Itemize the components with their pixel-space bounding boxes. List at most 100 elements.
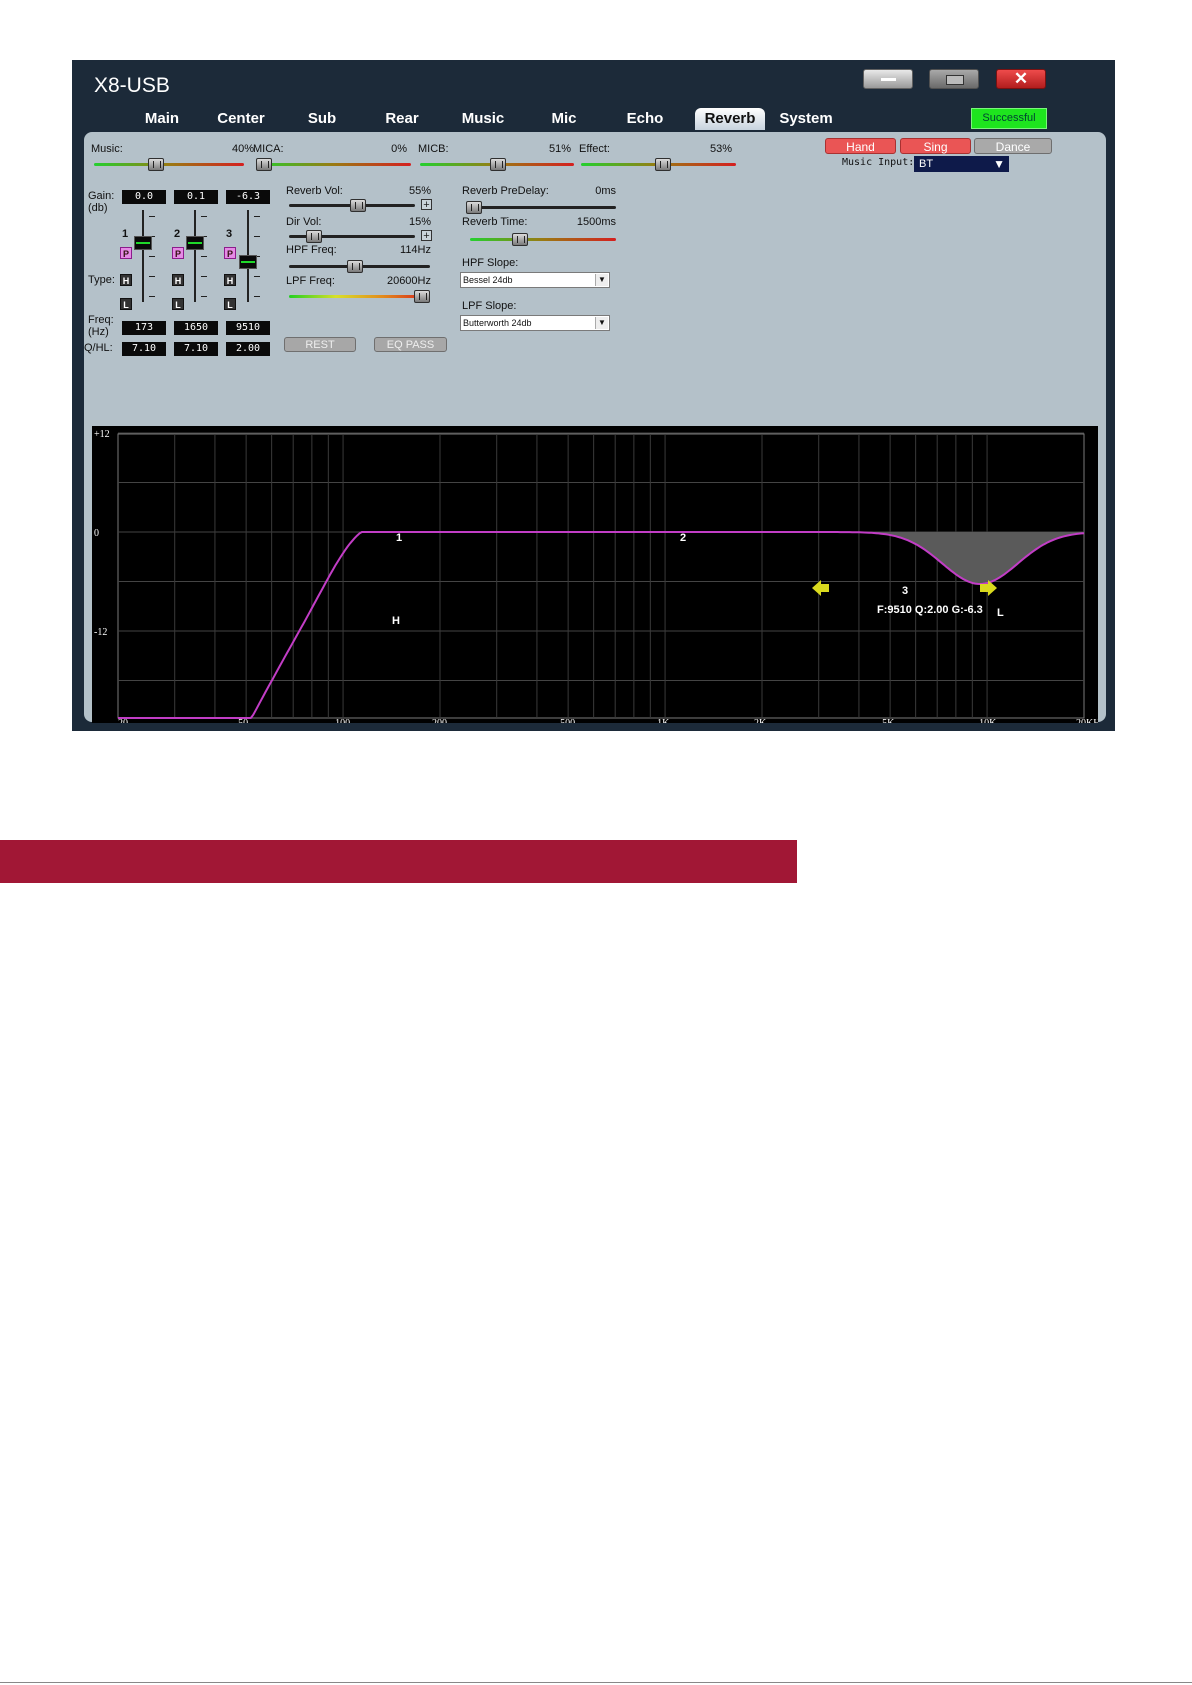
main-panel: Music: 40% MICA: 0% MICB: 51% Effect: 53…: [84, 132, 1106, 723]
band1-fader-thumb[interactable]: [134, 236, 152, 250]
x-tick-label: 1K: [657, 718, 670, 723]
tab-center[interactable]: Center: [206, 108, 276, 130]
close-button[interactable]: ✕: [996, 69, 1046, 89]
mica-slider[interactable]: [256, 158, 411, 171]
sing-button[interactable]: Sing: [900, 138, 971, 154]
lpf-slope-select[interactable]: Butterworth 24db ▼: [460, 315, 610, 331]
micb-value: 51%: [548, 143, 571, 155]
band2-fader-thumb[interactable]: [186, 236, 204, 250]
dir-vol-value: 15%: [408, 216, 431, 228]
lpf-freq-label: LPF Freq:: [286, 275, 335, 287]
band3-fader-thumb[interactable]: [239, 255, 257, 269]
slider-thumb[interactable]: [490, 158, 507, 171]
micb-slider[interactable]: [420, 158, 574, 171]
band1-gain[interactable]: 0.0: [122, 190, 166, 204]
x-tick-label: 10K: [979, 718, 997, 723]
effect-slider[interactable]: [581, 158, 736, 171]
band3-freq[interactable]: 9510: [226, 321, 270, 335]
band2-freq[interactable]: 1650: [174, 321, 218, 335]
y-tick-label: +12: [94, 429, 110, 440]
band2-lowshelf-chip[interactable]: L: [172, 298, 184, 310]
type-label: Type:: [88, 274, 115, 286]
x-tick-label: 500: [560, 718, 575, 723]
rest-button[interactable]: REST: [284, 337, 356, 352]
band3-highshelf-chip[interactable]: H: [224, 274, 236, 286]
fader-tick: [254, 216, 260, 217]
hpf-slope-label: HPF Slope:: [462, 257, 519, 269]
slider-thumb[interactable]: [346, 260, 363, 273]
fader-tick: [254, 276, 260, 277]
q-label: Q/HL:: [84, 342, 113, 354]
hpf-freq-value: 114Hz: [400, 244, 431, 256]
hpf-slope-select[interactable]: Bessel 24db ▼: [460, 272, 610, 288]
reverb-time-value: 1500ms: [576, 216, 616, 228]
slider-thumb[interactable]: [466, 201, 482, 214]
band1-peak-chip[interactable]: P: [120, 247, 132, 259]
slider-thumb[interactable]: [305, 230, 322, 243]
tab-mic[interactable]: Mic: [529, 108, 599, 130]
x-tick-label: 100: [335, 718, 350, 723]
band1-q[interactable]: 7.10: [122, 342, 166, 356]
slider-thumb[interactable]: [147, 158, 164, 171]
fader-tick: [149, 216, 155, 217]
band3-peak-chip[interactable]: P: [224, 247, 236, 259]
hpf-point-label[interactable]: H: [392, 615, 400, 627]
band1-point-label[interactable]: 1: [396, 532, 402, 544]
slider-thumb[interactable]: [256, 158, 272, 171]
predelay-slider[interactable]: [466, 201, 616, 214]
music-input-select[interactable]: BT ▼: [914, 156, 1009, 172]
reverb-time-slider[interactable]: [470, 233, 616, 246]
dir-vol-slider[interactable]: [289, 230, 415, 243]
slider-thumb[interactable]: [654, 158, 671, 171]
dir-vol-label: Dir Vol:: [286, 216, 322, 228]
reverb-time-label: Reverb Time:: [462, 216, 528, 228]
lpf-point-label[interactable]: L: [997, 607, 1004, 619]
band2-gain-fader[interactable]: [194, 210, 196, 302]
dance-button[interactable]: Dance: [974, 138, 1052, 154]
slider-thumb[interactable]: [349, 199, 366, 212]
eq-pass-button[interactable]: EQ PASS: [374, 337, 447, 352]
band2-point-label[interactable]: 2: [680, 532, 686, 544]
band1-freq[interactable]: 173: [122, 321, 166, 335]
tab-sub[interactable]: Sub: [287, 108, 357, 130]
tab-rear[interactable]: Rear: [367, 108, 437, 130]
reverb-vol-plus-icon[interactable]: +: [421, 199, 432, 211]
slider-thumb[interactable]: [511, 233, 528, 246]
hand-button[interactable]: Hand: [825, 138, 896, 154]
lpf-slope-value: Butterworth 24db: [463, 318, 532, 328]
mica-label: MICA:: [253, 143, 284, 155]
band3-point-label[interactable]: 3: [902, 585, 908, 597]
band3-gain[interactable]: -6.3: [226, 190, 270, 204]
dir-vol-plus-icon[interactable]: +: [421, 230, 432, 242]
band3-lowshelf-chip[interactable]: L: [224, 298, 236, 310]
freq-label: Freq: (Hz): [88, 314, 114, 338]
band1-lowshelf-chip[interactable]: L: [120, 298, 132, 310]
band2-peak-chip[interactable]: P: [172, 247, 184, 259]
fader-tick: [254, 236, 260, 237]
tab-echo[interactable]: Echo: [610, 108, 680, 130]
band1-gain-fader[interactable]: [142, 210, 144, 302]
fader-tick: [149, 276, 155, 277]
slider-thumb[interactable]: [414, 290, 430, 303]
tab-main[interactable]: Main: [127, 108, 197, 130]
lpf-freq-slider[interactable]: [289, 290, 430, 303]
minimize-button[interactable]: [863, 69, 913, 89]
app-window: X8-USB ✕ Main Center Sub Rear Music Mic …: [72, 60, 1115, 731]
band1-highshelf-chip[interactable]: H: [120, 274, 132, 286]
tab-music[interactable]: Music: [448, 108, 518, 130]
music-input-value: BT: [919, 158, 934, 170]
tab-reverb[interactable]: Reverb: [695, 108, 765, 130]
band2-q[interactable]: 7.10: [174, 342, 218, 356]
band3-q[interactable]: 2.00: [226, 342, 270, 356]
reverb-vol-slider[interactable]: [289, 199, 415, 212]
eq-response-graph[interactable]: +120-12-24 20501002005001K2K5K10K20KHz H…: [92, 426, 1098, 723]
reverb-vol-value: 55%: [408, 185, 431, 197]
band2-gain[interactable]: 0.1: [174, 190, 218, 204]
effect-value: 53%: [709, 143, 732, 155]
music-slider[interactable]: [94, 158, 244, 171]
tab-system[interactable]: System: [771, 108, 841, 130]
maximize-button[interactable]: [929, 69, 979, 89]
dropdown-arrow-icon: ▼: [595, 274, 608, 286]
hpf-freq-slider[interactable]: [289, 260, 430, 273]
band2-highshelf-chip[interactable]: H: [172, 274, 184, 286]
